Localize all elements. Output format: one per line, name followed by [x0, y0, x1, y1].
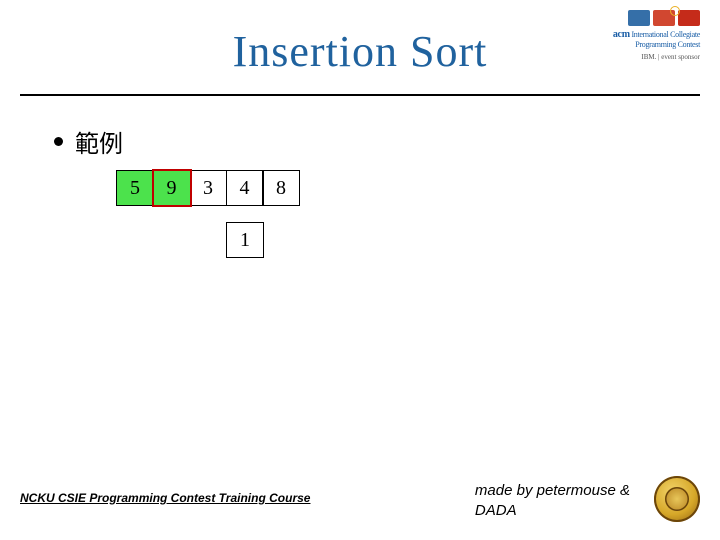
- acm-icpc-logo: acm International Collegiate Programming…: [605, 10, 700, 61]
- array-cell-0: 5: [116, 170, 154, 206]
- ncku-badge-icon: [654, 476, 700, 522]
- bullet-text: 範例: [75, 124, 123, 159]
- lightbulb-icon: [670, 6, 680, 16]
- array-cell-1: 9: [153, 170, 191, 206]
- credits: made by petermouse & DADA: [475, 481, 630, 520]
- array-cell-2: 3: [189, 170, 227, 206]
- array-cell-3: 4: [226, 170, 264, 206]
- logo-square-red: [678, 10, 700, 26]
- credit-line-2: DADA: [475, 502, 517, 519]
- bullet-item: 範例: [54, 124, 123, 159]
- course-name: NCKU CSIE Programming Contest Training C…: [20, 491, 310, 505]
- temp-cell: 1: [226, 222, 264, 258]
- footer: NCKU CSIE Programming Contest Training C…: [0, 480, 720, 530]
- header: Insertion Sort acm International Collegi…: [20, 0, 700, 96]
- array-cell-4: 8: [262, 170, 300, 206]
- credit-line-1: made by petermouse &: [475, 482, 630, 499]
- logo-square-blue: [628, 10, 650, 26]
- bullet-icon: [54, 137, 63, 146]
- array-visualization: 59348: [116, 170, 300, 206]
- acm-label: acm International Collegiate Programming…: [605, 29, 700, 49]
- sponsor-label: IBM. | event sponsor: [605, 53, 700, 61]
- slide-title: Insertion Sort: [20, 26, 700, 77]
